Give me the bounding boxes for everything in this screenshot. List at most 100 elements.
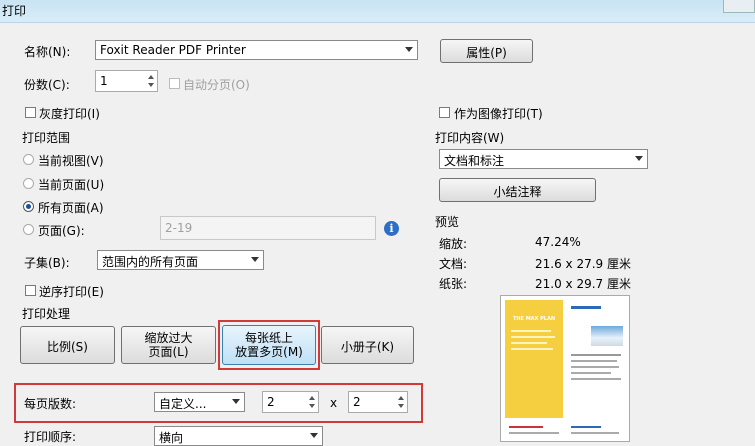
collate-label: 自动分页(O) — [183, 78, 250, 92]
preview-page-4 — [567, 422, 625, 441]
print-handling-title: 打印处理 — [22, 307, 71, 321]
chevron-down-icon — [310, 433, 318, 438]
preview-title: 预览 — [435, 215, 460, 229]
pages-per-sheet-mode: 自定义... — [159, 397, 207, 411]
subset-select-value: 范围内的所有页面 — [102, 255, 199, 269]
columns-stepper[interactable]: 2 — [262, 391, 319, 413]
rows-value: 2 — [353, 395, 361, 409]
properties-button-label: 属性(P) — [466, 46, 507, 60]
close-button[interactable] — [723, 0, 755, 13]
preview-page-1: THE MAX PLAN — [505, 300, 563, 418]
preview-text-line — [509, 426, 543, 428]
preview-photo — [591, 326, 623, 346]
preview-text-line — [571, 432, 619, 434]
print-order-value: 横向 — [159, 431, 184, 445]
pages-input[interactable]: 2-19 — [160, 216, 376, 240]
preview-text-line — [511, 336, 555, 338]
printer-select[interactable]: Foxit Reader PDF Printer — [95, 40, 418, 60]
chevron-down-icon — [251, 257, 259, 262]
rows-stepper[interactable]: 2 — [348, 391, 408, 413]
booklet-button-label: 小册子(K) — [340, 340, 395, 354]
page-preview: THE MAX PLAN — [500, 295, 630, 442]
print-range-title: 打印范围 — [22, 131, 71, 145]
info-icon[interactable]: i — [384, 221, 399, 236]
current-page-radio[interactable] — [23, 178, 34, 189]
title-bar: 打印 — [0, 0, 755, 23]
spin-up-icon[interactable] — [148, 75, 154, 79]
paper-size-label: 纸张: — [439, 277, 468, 291]
multiple-pages-label-1: 每张纸上 — [244, 331, 293, 345]
spin-up-icon[interactable] — [309, 396, 315, 400]
chevron-down-icon — [405, 47, 413, 52]
reverse-label: 逆序打印(E) — [39, 285, 104, 299]
preview-text-line — [511, 330, 551, 332]
preview-text-line — [511, 348, 553, 350]
zoom-value: 47.24% — [535, 235, 581, 249]
pages-input-value: 2-19 — [165, 221, 193, 235]
pages-per-sheet-label: 每页版数: — [24, 397, 77, 411]
grayscale-checkbox[interactable] — [25, 107, 36, 118]
print-content-select[interactable]: 文档和标注 — [439, 149, 648, 169]
document-size-value: 21.6 x 27.9 厘米 — [535, 257, 631, 271]
printer-name-label: 名称(N): — [24, 45, 71, 59]
pages-label: 页面(G): — [38, 224, 85, 238]
scale-button[interactable]: 比例(S) — [20, 326, 115, 364]
preview-text-line — [509, 432, 559, 434]
print-as-image-checkbox[interactable] — [439, 107, 450, 118]
multiple-pages-button[interactable]: 每张纸上 放置多页(M) — [222, 325, 316, 365]
copies-label: 份数(C): — [24, 78, 70, 92]
fit-oversized-label-2: 页面(L) — [148, 345, 189, 359]
window-title: 打印 — [2, 4, 27, 18]
preview-text-line — [571, 366, 619, 368]
preview-page-2 — [567, 300, 625, 418]
chevron-down-icon — [635, 156, 643, 161]
fit-oversized-label-1: 缩放过大 — [144, 331, 193, 345]
printer-select-value: Foxit Reader PDF Printer — [100, 43, 246, 57]
collate-checkbox[interactable] — [169, 78, 180, 89]
columns-value: 2 — [267, 395, 275, 409]
reverse-checkbox[interactable] — [25, 285, 36, 296]
print-content-value: 文档和标注 — [444, 154, 505, 168]
pages-per-sheet-select[interactable]: 自定义... — [154, 392, 245, 412]
print-as-image-label: 作为图像打印(T) — [454, 107, 543, 121]
preview-text-line — [571, 360, 617, 362]
scale-button-label: 比例(S) — [47, 340, 88, 354]
properties-button[interactable]: 属性(P) — [440, 39, 533, 63]
preview-heading: THE MAX PLAN — [512, 316, 556, 322]
preview-page-3 — [505, 422, 563, 441]
multiple-pages-label-2: 放置多页(M) — [235, 345, 303, 359]
preview-text-line — [571, 354, 621, 356]
subset-select[interactable]: 范围内的所有页面 — [97, 250, 264, 270]
preview-text-line — [571, 306, 601, 309]
spin-down-icon[interactable] — [148, 83, 154, 87]
copies-value: 1 — [100, 74, 108, 88]
copies-stepper[interactable]: 1 — [95, 70, 158, 92]
summarize-comments-button[interactable]: 小结注释 — [439, 178, 596, 202]
paper-size-value: 21.0 x 29.7 厘米 — [535, 277, 631, 291]
spin-down-icon[interactable] — [398, 404, 404, 408]
spin-up-icon[interactable] — [398, 396, 404, 400]
all-pages-label: 所有页面(A) — [38, 201, 104, 215]
current-view-label: 当前视图(V) — [38, 154, 104, 168]
current-view-radio[interactable] — [23, 154, 34, 165]
chevron-down-icon — [232, 399, 240, 404]
preview-text-line — [571, 372, 611, 374]
preview-text-line — [571, 378, 621, 380]
print-order-select[interactable]: 横向 — [154, 426, 323, 446]
all-pages-radio[interactable] — [23, 201, 34, 212]
preview-text-line — [511, 342, 547, 344]
pages-radio[interactable] — [23, 224, 34, 235]
booklet-button[interactable]: 小册子(K) — [321, 326, 414, 364]
spin-down-icon[interactable] — [309, 404, 315, 408]
subset-label: 子集(B): — [24, 256, 70, 270]
fit-oversized-button[interactable]: 缩放过大 页面(L) — [121, 326, 216, 364]
document-size-label: 文档: — [439, 257, 468, 271]
times-separator: x — [330, 396, 338, 410]
summarize-comments-label: 小结注释 — [493, 185, 542, 199]
print-content-title: 打印内容(W) — [435, 131, 505, 145]
zoom-label: 缩放: — [439, 237, 468, 251]
current-page-label: 当前页面(U) — [38, 178, 105, 192]
grayscale-label: 灰度打印(I) — [39, 107, 100, 121]
print-order-label: 打印顺序: — [24, 430, 77, 444]
preview-text-line — [571, 426, 601, 428]
